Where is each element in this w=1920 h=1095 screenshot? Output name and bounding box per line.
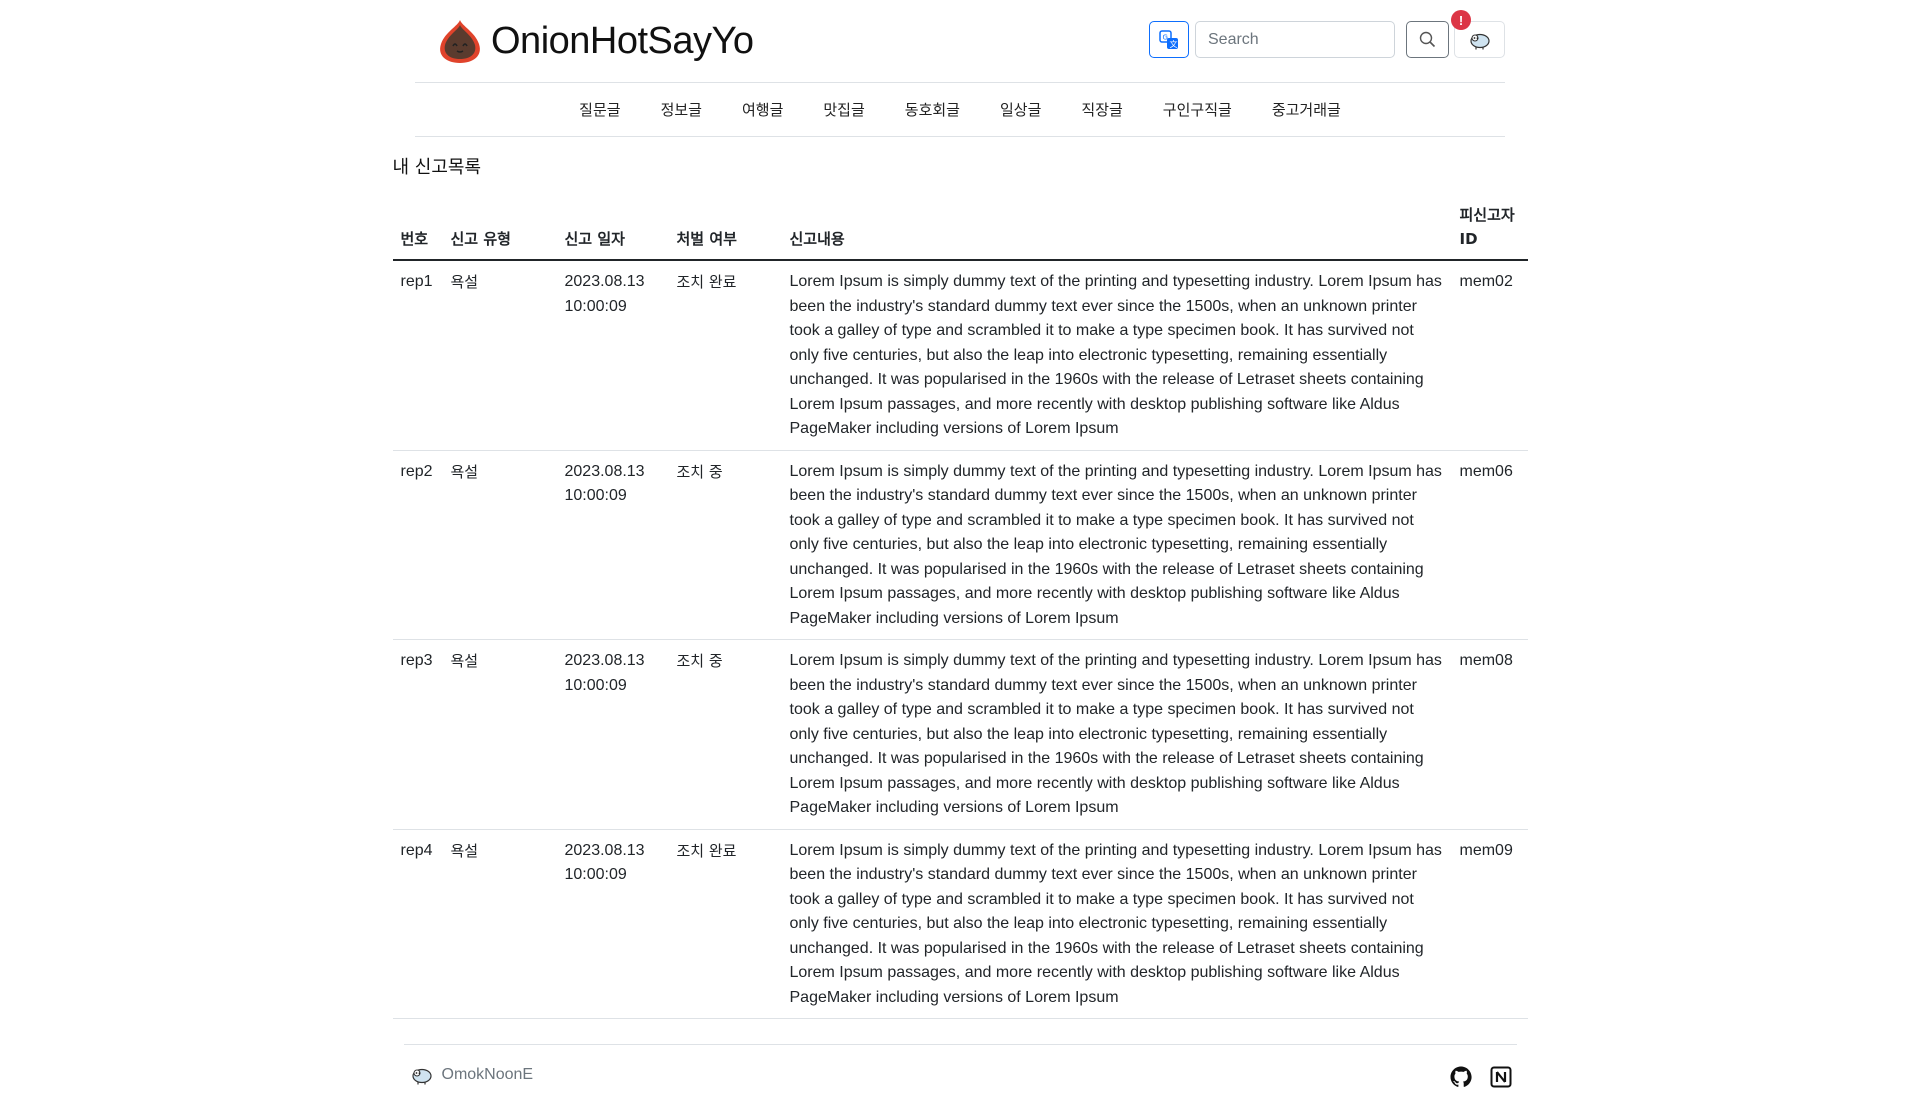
search-input[interactable]	[1195, 21, 1395, 58]
footer-author[interactable]: OmokNoonE	[410, 1065, 534, 1085]
svg-text:文: 文	[1170, 39, 1178, 49]
table-row[interactable]: rep2 욕설 2023.08.13 10:00:09 조치 중 Lorem I…	[392, 450, 1528, 640]
report-number: rep2	[392, 450, 443, 640]
column-header-target-id: 피신고자 ID	[1451, 197, 1528, 261]
page-title: 내 신고목록	[392, 157, 482, 178]
report-date: 2023.08.13 10:00:09	[556, 260, 669, 451]
report-number: rep1	[392, 260, 443, 451]
report-status: 조치 중	[668, 450, 782, 640]
report-content: Lorem Ipsum is simply dummy text of the …	[781, 639, 1452, 830]
notification-badge: !	[1451, 10, 1471, 30]
column-header-content: 신고내용	[781, 197, 1452, 261]
nav-item-info[interactable]: 정보글	[641, 99, 722, 120]
report-content: Lorem Ipsum is simply dummy text of the …	[781, 260, 1452, 451]
nav-item-restaurant[interactable]: 맛집글	[803, 99, 884, 120]
column-header-status: 처벌 여부	[668, 197, 782, 261]
notion-icon	[1490, 1066, 1511, 1088]
report-status: 조치 완료	[668, 260, 782, 451]
brand-name: OnionHotSayYo	[491, 19, 754, 62]
search-button[interactable]	[1406, 21, 1449, 58]
nav-item-work[interactable]: 직장글	[1061, 99, 1142, 120]
reported-member-id: mem09	[1451, 829, 1528, 1019]
report-type: 욕설	[442, 450, 557, 640]
report-content: Lorem Ipsum is simply dummy text of the …	[781, 829, 1452, 1019]
column-header-number: 번호	[392, 197, 443, 261]
site-footer: OmokNoonE	[403, 1044, 1517, 1095]
reported-member-id: mem08	[1451, 639, 1528, 830]
brand-link[interactable]: OnionHotSayYo	[435, 16, 754, 66]
reported-member-id: mem02	[1451, 260, 1528, 451]
nav-item-travel[interactable]: 여행글	[722, 99, 803, 120]
search-icon	[1419, 31, 1436, 48]
report-status: 조치 완료	[668, 829, 782, 1019]
github-link[interactable]	[1449, 1065, 1473, 1089]
site-header: OnionHotSayYo G 文 !	[415, 0, 1505, 83]
report-date: 2023.08.13 10:00:09	[556, 450, 669, 640]
report-date: 2023.08.13 10:00:09	[556, 829, 669, 1019]
report-date: 2023.08.13 10:00:09	[556, 639, 669, 830]
translate-icon: G 文	[1159, 29, 1178, 49]
report-number: rep3	[392, 639, 443, 830]
report-number: rep4	[392, 829, 443, 1019]
nav-item-daily[interactable]: 일상글	[980, 99, 1061, 120]
column-header-type: 신고 유형	[442, 197, 557, 261]
svg-text:G: G	[1163, 33, 1168, 41]
table-header-row: 번호 신고 유형 신고 일자 처벌 여부 신고내용 피신고자 ID	[392, 197, 1528, 261]
column-header-date: 신고 일자	[556, 197, 669, 261]
sheep-avatar-icon	[411, 1068, 432, 1085]
nav-item-club[interactable]: 동호회글	[885, 99, 980, 120]
nav-item-question[interactable]: 질문글	[559, 99, 640, 120]
report-type: 욕설	[442, 260, 557, 451]
footer-links	[1433, 1065, 1513, 1089]
sheep-avatar-icon	[1469, 33, 1490, 49]
nav-item-jobs[interactable]: 구인구직글	[1143, 99, 1252, 120]
profile-button[interactable]: !	[1451, 10, 1505, 58]
header-actions: G 文 !	[1149, 10, 1505, 58]
notion-link[interactable]	[1489, 1065, 1513, 1089]
report-table: 번호 신고 유형 신고 일자 처벌 여부 신고내용 피신고자 ID rep1 욕…	[392, 197, 1528, 1019]
report-type: 욕설	[442, 639, 557, 830]
nav-item-secondhand[interactable]: 중고거래글	[1252, 99, 1361, 120]
github-icon	[1450, 1066, 1472, 1087]
report-status: 조치 중	[668, 639, 782, 830]
category-nav: 질문글 정보글 여행글 맛집글 동호회글 일상글 직장글 구인구직글 중고거래글	[415, 83, 1505, 137]
report-type: 욕설	[442, 829, 557, 1019]
table-row[interactable]: rep4 욕설 2023.08.13 10:00:09 조치 완료 Lorem …	[392, 829, 1528, 1019]
report-content: Lorem Ipsum is simply dummy text of the …	[781, 450, 1452, 640]
table-row[interactable]: rep1 욕설 2023.08.13 10:00:09 조치 완료 Lorem …	[392, 260, 1528, 451]
translate-button[interactable]: G 文	[1149, 21, 1189, 58]
onion-logo-icon	[440, 20, 480, 63]
footer-author-name: OmokNoonE	[441, 1066, 534, 1083]
table-row[interactable]: rep3 욕설 2023.08.13 10:00:09 조치 중 Lorem I…	[392, 639, 1528, 830]
reported-member-id: mem06	[1451, 450, 1528, 640]
